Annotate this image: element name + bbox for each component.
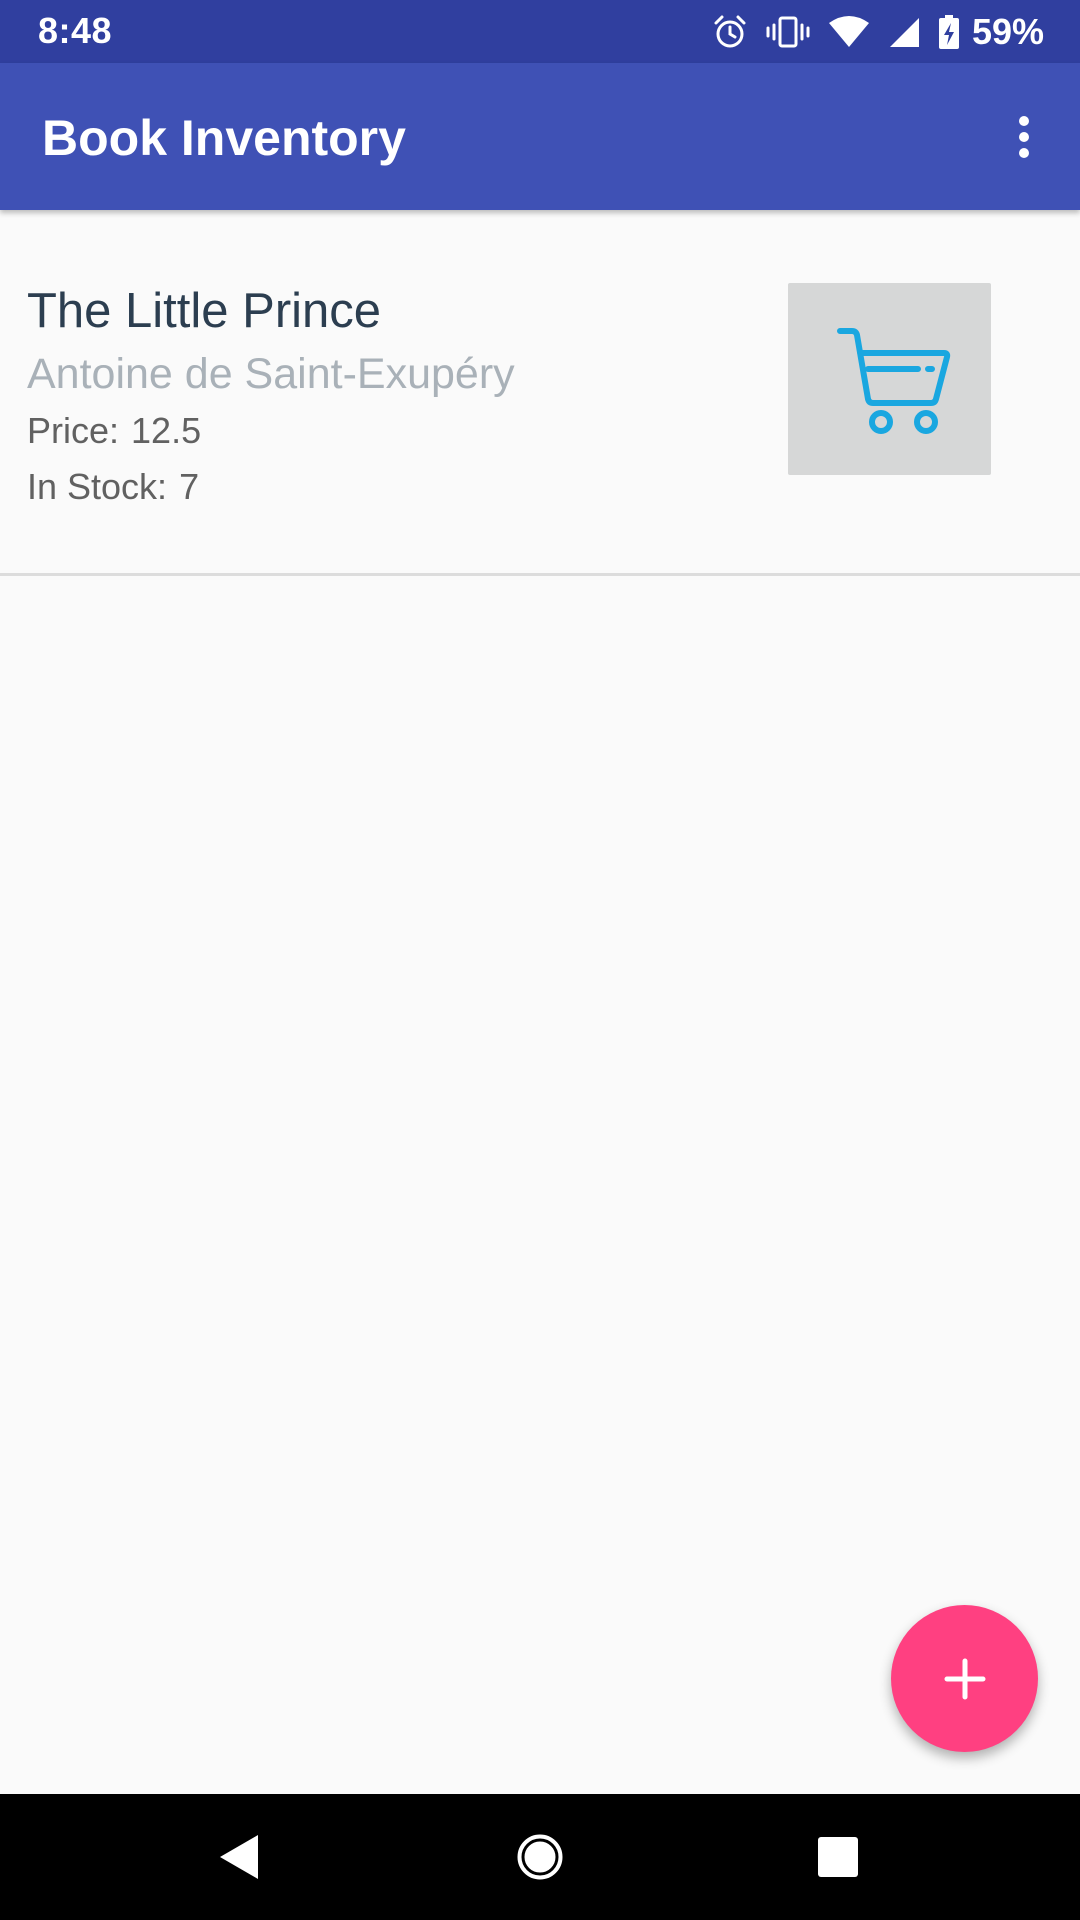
app-title: Book Inventory	[42, 110, 406, 166]
book-list-item[interactable]: The Little Prince Antoine de Saint-Exupé…	[0, 210, 1080, 576]
shopping-cart-icon	[836, 328, 950, 434]
plus-icon	[944, 1658, 985, 1699]
alarm-icon	[712, 14, 748, 50]
wifi-icon	[828, 15, 870, 49]
status-time: 8:48	[38, 10, 113, 51]
sell-button[interactable]	[788, 283, 991, 475]
navigation-bar	[0, 1794, 1080, 1920]
book-stock-row: In Stock: 7	[27, 466, 211, 508]
stock-label: In Stock:	[27, 466, 168, 507]
book-title: The Little Prince	[27, 284, 382, 338]
price-label: Price:	[27, 410, 120, 451]
battery-percent: 59%	[971, 11, 1044, 52]
vibrate-icon	[766, 14, 810, 50]
home-icon[interactable]	[510, 1827, 570, 1887]
cell-signal-icon	[888, 16, 920, 48]
book-price-row: Price: 12.5	[27, 410, 213, 452]
battery-charging-icon	[938, 14, 960, 50]
status-icons: 59%	[712, 10, 1044, 54]
add-book-button[interactable]	[891, 1605, 1038, 1752]
book-author: Antoine de Saint-Exupéry	[27, 350, 515, 398]
app-bar: Book Inventory	[0, 63, 1080, 210]
more-vert-icon[interactable]	[992, 105, 1056, 169]
stock-value: 7	[179, 466, 200, 507]
recents-icon[interactable]	[808, 1827, 868, 1887]
back-icon[interactable]	[210, 1827, 270, 1887]
price-value: 12.5	[131, 410, 202, 451]
status-bar: 8:48 59%	[0, 0, 1080, 63]
